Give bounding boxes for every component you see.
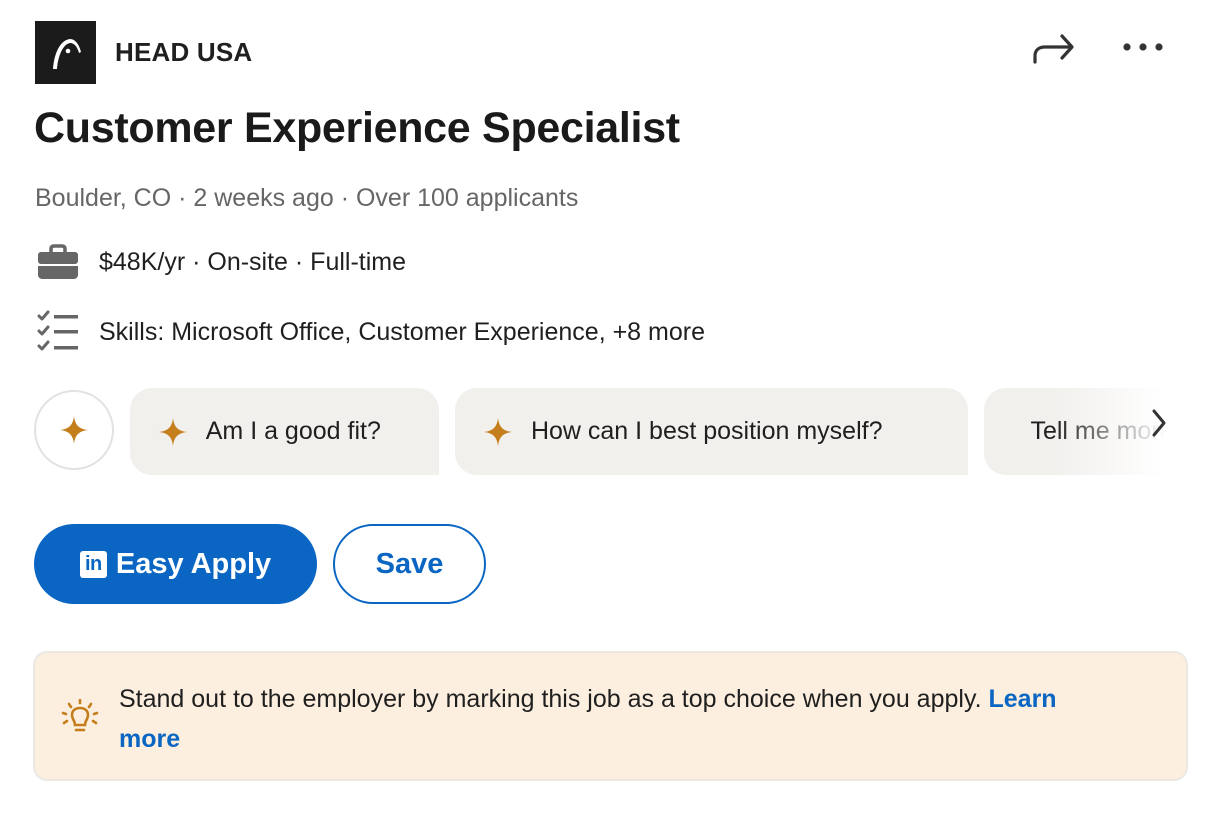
checklist-icon — [37, 310, 79, 354]
easy-apply-button[interactable]: in Easy Apply — [34, 524, 317, 604]
prompt-chip-label: Am I a good fit? — [205, 417, 381, 445]
skills-summary[interactable]: Skills: Microsoft Office, Customer Exper… — [99, 318, 705, 347]
head-logo-icon — [52, 39, 81, 69]
prompt-chip[interactable]: How can I best position myself? — [454, 388, 969, 475]
job-insight-skills[interactable]: Skills: Microsoft Office, Customer Exper… — [37, 310, 705, 354]
carousel-next-button[interactable] — [1144, 403, 1174, 443]
linkedin-icon: in — [79, 550, 107, 578]
sparkle-icon — [158, 417, 187, 446]
company-logo[interactable] — [35, 20, 96, 84]
salary-workplace-type: $48K/yr · On-site · Full-time — [99, 247, 407, 276]
job-meta: Boulder, CO · 2 weeks ago · Over 100 app… — [35, 184, 579, 212]
sparkle-icon — [59, 416, 88, 444]
prompt-chip[interactable]: Am I a good fit? — [129, 388, 439, 475]
more-dots-icon — [1123, 43, 1163, 51]
top-choice-banner: Stand out to the employer by marking thi… — [33, 651, 1188, 781]
prompt-chip-label: How can I best position myself? — [530, 417, 883, 445]
job-title: Customer Experience Specialist — [34, 104, 680, 152]
easy-apply-label: Easy Apply — [115, 547, 272, 580]
briefcase-icon — [37, 244, 79, 280]
share-button[interactable] — [1031, 30, 1077, 64]
company-name[interactable]: HEAD USA — [115, 37, 252, 68]
share-arrow-icon — [1033, 34, 1074, 64]
lightbulb-icon — [60, 698, 100, 740]
banner-text: Stand out to the employer by marking thi… — [119, 685, 982, 713]
company-header: HEAD USA — [35, 20, 1185, 84]
ai-prompt-carousel: Am I a good fit? How can I best position… — [34, 388, 1184, 476]
sparkle-icon — [483, 417, 512, 446]
chevron-right-icon — [1152, 409, 1166, 437]
more-options-button[interactable] — [1121, 41, 1165, 53]
save-button[interactable]: Save — [333, 524, 486, 604]
save-label: Save — [375, 547, 444, 580]
job-insight-salary: $48K/yr · On-site · Full-time — [37, 244, 406, 280]
ai-assistant-button[interactable] — [34, 390, 114, 470]
